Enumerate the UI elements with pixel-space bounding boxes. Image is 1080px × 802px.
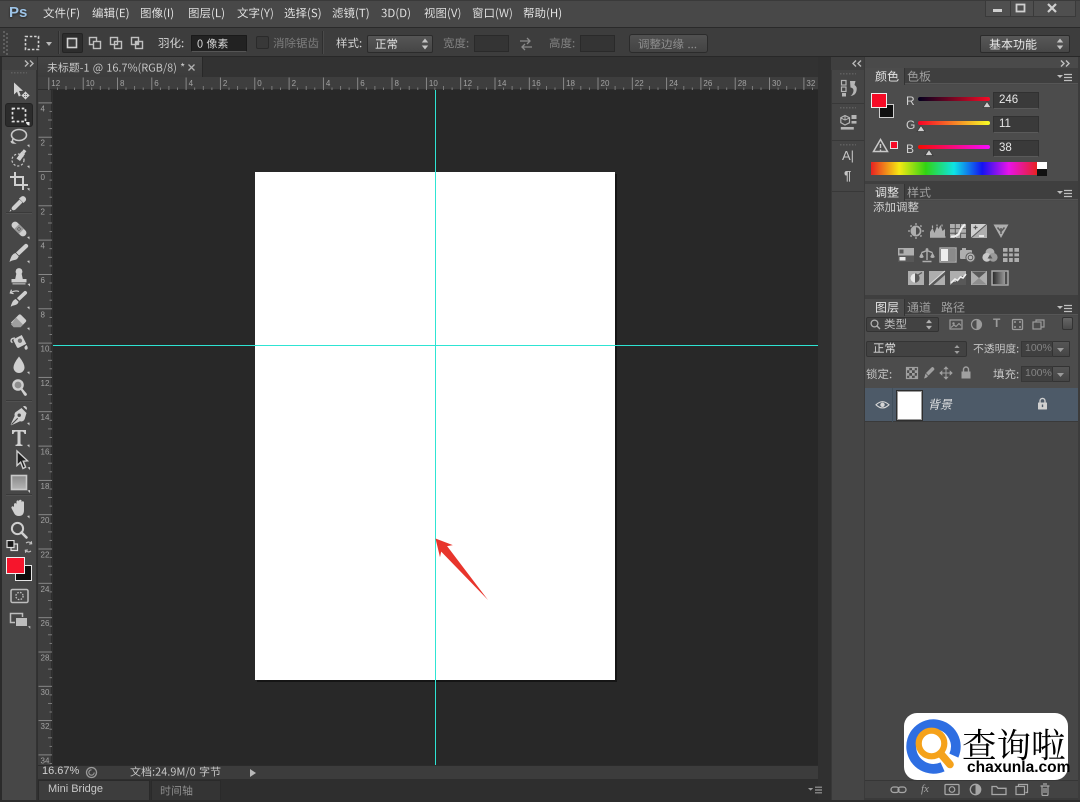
svg-text:24: 24 xyxy=(669,79,678,88)
svg-text:28: 28 xyxy=(41,654,50,663)
svg-text:16: 16 xyxy=(532,79,541,88)
svg-text:4: 4 xyxy=(189,79,194,88)
svg-text:12: 12 xyxy=(463,79,472,88)
svg-text:6: 6 xyxy=(360,79,365,88)
svg-text:12: 12 xyxy=(41,379,50,388)
svg-text:22: 22 xyxy=(635,79,644,88)
svg-text:26: 26 xyxy=(703,79,712,88)
svg-text:10: 10 xyxy=(86,79,95,88)
svg-text:18: 18 xyxy=(41,482,50,491)
svg-text:32: 32 xyxy=(41,722,50,731)
svg-text:18: 18 xyxy=(566,79,575,88)
svg-text:30: 30 xyxy=(772,79,781,88)
svg-text:0: 0 xyxy=(41,173,46,182)
svg-text:20: 20 xyxy=(601,79,610,88)
svg-text:8: 8 xyxy=(41,310,46,319)
svg-text:12: 12 xyxy=(51,79,60,88)
svg-text:10: 10 xyxy=(429,79,438,88)
svg-text:0: 0 xyxy=(257,79,262,88)
svg-text:4: 4 xyxy=(326,79,331,88)
svg-text:30: 30 xyxy=(41,688,50,697)
svg-text:2: 2 xyxy=(223,79,228,88)
svg-text:6: 6 xyxy=(154,79,159,88)
svg-text:26: 26 xyxy=(41,619,50,628)
svg-text:8: 8 xyxy=(120,79,125,88)
svg-text:10: 10 xyxy=(41,345,50,354)
svg-text:20: 20 xyxy=(41,516,50,525)
svg-text:2: 2 xyxy=(292,79,297,88)
svg-text:24: 24 xyxy=(41,585,50,594)
svg-text:4: 4 xyxy=(41,104,46,113)
svg-text:2: 2 xyxy=(41,139,46,148)
svg-text:32: 32 xyxy=(806,79,815,88)
svg-text:2: 2 xyxy=(41,207,46,216)
svg-text:14: 14 xyxy=(498,79,507,88)
svg-text:16: 16 xyxy=(41,448,50,457)
svg-text:8: 8 xyxy=(395,79,400,88)
svg-text:14: 14 xyxy=(41,413,50,422)
svg-text:6: 6 xyxy=(41,276,46,285)
svg-text:4: 4 xyxy=(41,242,46,251)
svg-text:22: 22 xyxy=(41,551,50,560)
svg-text:28: 28 xyxy=(738,79,747,88)
